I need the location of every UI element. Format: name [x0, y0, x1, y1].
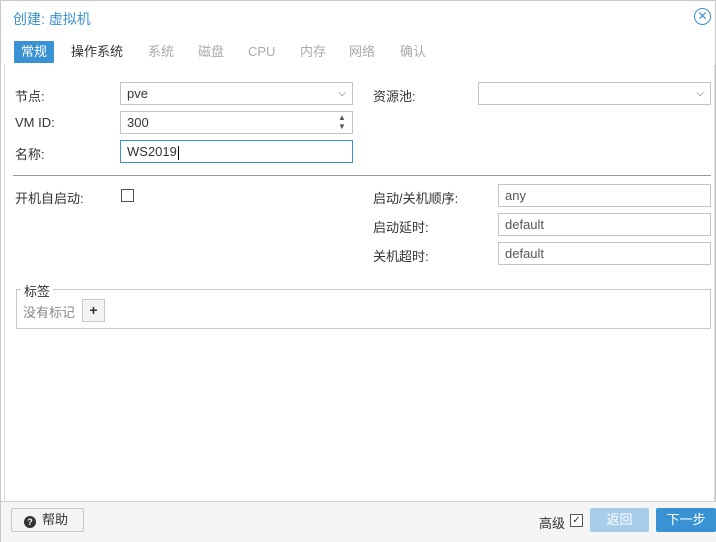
onboot-label: 开机自启动:: [15, 191, 84, 206]
tab-cpu[interactable]: CPU: [248, 41, 275, 63]
plus-icon: +: [89, 302, 98, 318]
startup-order-input[interactable]: any: [498, 184, 711, 207]
text-caret: [177, 145, 179, 160]
chevron-down-icon: ⌵: [338, 88, 346, 99]
tab-disks[interactable]: 磁盘: [198, 41, 224, 63]
tab-system[interactable]: 系统: [148, 41, 174, 63]
create-vm-dialog: 创建: 虚拟机 ✕ 常规 操作系统 系统 磁盘 CPU 内存 网络 确认 节点:…: [0, 0, 716, 542]
pool-select[interactable]: ⌵: [478, 82, 711, 105]
node-label: 节点:: [15, 89, 45, 104]
close-icon[interactable]: ✕: [694, 8, 711, 25]
onboot-checkbox[interactable]: [121, 189, 134, 202]
shutdown-timeout-placeholder: default: [505, 246, 545, 261]
name-label: 名称:: [15, 147, 45, 162]
startup-delay-input[interactable]: default: [498, 213, 711, 236]
tags-empty-text: 没有标记: [23, 305, 76, 320]
section-divider: [13, 175, 711, 176]
help-button[interactable]: ? 帮助: [11, 508, 84, 532]
dialog-footer: ? 帮助 高级 ✓ 返回 下一步: [1, 501, 716, 542]
advanced-checkbox[interactable]: ✓: [570, 514, 583, 527]
spinner-arrows-icon[interactable]: ▲ ▼: [337, 113, 347, 132]
help-label: 帮助: [42, 512, 69, 527]
pool-label: 资源池:: [373, 89, 416, 104]
shutdown-timeout-input[interactable]: default: [498, 242, 711, 265]
vmid-value: 300: [127, 115, 149, 130]
tab-confirm[interactable]: 确认: [400, 41, 426, 63]
tab-os[interactable]: 操作系统: [71, 41, 123, 63]
tags-fieldset: [16, 289, 711, 329]
back-button[interactable]: 返回: [590, 508, 649, 532]
tags-legend: 标签: [21, 281, 54, 300]
tab-network[interactable]: 网络: [349, 41, 375, 63]
name-input[interactable]: WS2019: [120, 140, 353, 163]
startup-delay-placeholder: default: [505, 217, 545, 232]
advanced-label: 高级: [539, 516, 566, 531]
startup-order-placeholder: any: [505, 188, 526, 203]
shutdown-timeout-label: 关机超时:: [373, 249, 429, 264]
chevron-down-icon: ⌵: [696, 88, 704, 99]
node-select[interactable]: pve ⌵: [120, 82, 353, 105]
vmid-label: VM ID:: [15, 115, 55, 130]
node-value: pve: [127, 86, 148, 101]
form-panel: [4, 65, 715, 501]
dialog-title: 创建: 虚拟机: [13, 11, 91, 27]
vmid-spinner[interactable]: 300 ▲ ▼: [120, 111, 353, 134]
startup-order-label: 启动/关机顺序:: [373, 191, 459, 206]
add-tag-button[interactable]: +: [82, 299, 105, 322]
tab-memory[interactable]: 内存: [300, 41, 326, 63]
next-button[interactable]: 下一步: [656, 508, 716, 532]
startup-delay-label: 启动延时:: [373, 220, 429, 235]
name-value: WS2019: [127, 144, 177, 159]
question-circle-icon: ?: [24, 516, 36, 528]
tab-general[interactable]: 常规: [14, 41, 55, 63]
